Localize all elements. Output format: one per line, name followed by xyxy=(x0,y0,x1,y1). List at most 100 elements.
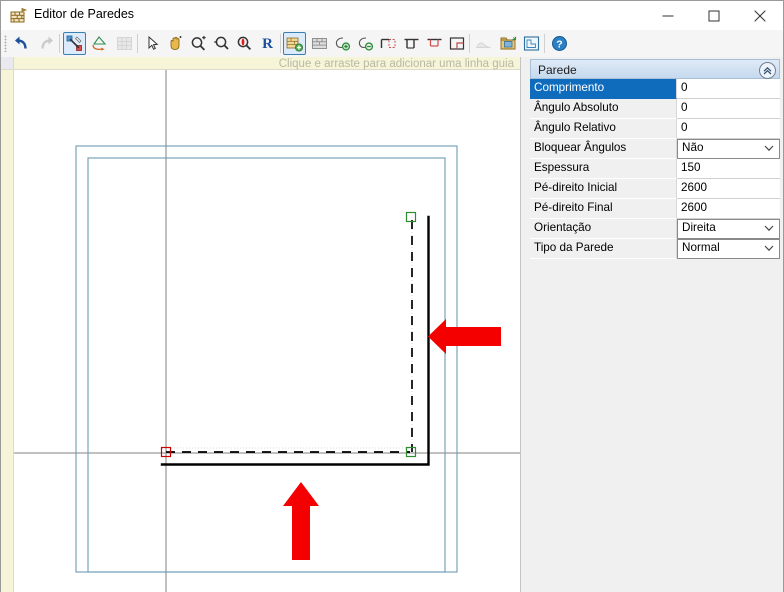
toolbar-button-draw-area[interactable] xyxy=(88,32,111,55)
toolbar-separator-3 xyxy=(280,34,281,53)
properties-panel-title: Parede xyxy=(538,63,577,77)
property-value-text: Não xyxy=(682,141,704,154)
wall-handle-top[interactable] xyxy=(405,211,417,223)
properties-panel: Parede Comprimento 0 Ângulo Absoluto 0 Â… xyxy=(520,57,783,592)
toolbar-button-align-right[interactable] xyxy=(423,32,446,55)
wall-plan-drawing[interactable] xyxy=(14,70,520,592)
cursor-arrow-icon xyxy=(148,35,159,50)
zoom-extents-icon xyxy=(237,36,252,51)
hand-pan-icon xyxy=(170,36,182,50)
toolbar-button-pan[interactable] xyxy=(164,32,187,55)
property-row-orientacao[interactable]: Orientação Direita xyxy=(530,219,780,239)
building-footprint xyxy=(75,145,458,573)
wall-outline[interactable] xyxy=(160,215,430,466)
toolbar-button-wall-list[interactable] xyxy=(308,32,331,55)
property-value-pe-direito-final[interactable]: 2600 xyxy=(677,199,780,219)
property-row-tipo-da-parede[interactable]: Tipo da Parede Normal xyxy=(530,239,780,259)
property-select-bloquear-angulos[interactable]: Não xyxy=(677,139,780,159)
property-label: Ângulo Relativo xyxy=(530,119,677,139)
toolbar-separator-5 xyxy=(544,34,545,53)
property-row-pe-direito-inicial[interactable]: Pé-direito Inicial 2600 xyxy=(530,179,780,199)
property-row-comprimento[interactable]: Comprimento 0 xyxy=(530,79,780,99)
point-remove-icon xyxy=(358,37,374,51)
terrain-icon xyxy=(475,42,491,48)
toolbar-button-remove-point[interactable] xyxy=(354,32,377,55)
property-row-bloquear-angulos[interactable]: Bloquear Ângulos Não xyxy=(530,139,780,159)
letter-r-icon: R xyxy=(262,36,273,52)
toolbar-button-add-wall[interactable] xyxy=(283,32,306,55)
blueprint-icon xyxy=(523,36,540,51)
property-label: Tipo da Parede xyxy=(530,239,677,259)
property-value-angulo-absoluto[interactable]: 0 xyxy=(677,99,780,119)
toolbar-button-undo[interactable] xyxy=(10,32,33,55)
maximize-button[interactable] xyxy=(691,1,737,30)
toolbar-button-align-center[interactable] xyxy=(400,32,423,55)
properties-grid: Comprimento 0 Ângulo Absoluto 0 Ângulo R… xyxy=(530,79,780,259)
property-label: Comprimento xyxy=(530,79,677,99)
property-label: Bloquear Ângulos xyxy=(530,139,677,159)
property-label: Orientação xyxy=(530,219,677,239)
point-add-icon xyxy=(335,37,351,51)
red-arrow-left-annotation xyxy=(428,319,501,354)
toolbar-separator-4 xyxy=(469,34,470,53)
chevron-down-icon xyxy=(764,225,774,232)
toolbar-button-draw-wall[interactable] xyxy=(63,32,86,55)
undo-arrow-icon xyxy=(15,36,27,49)
toolbar-button-grid[interactable] xyxy=(113,32,136,55)
align-right-icon xyxy=(427,38,442,47)
close-icon xyxy=(754,10,766,21)
import-image-icon xyxy=(500,36,517,50)
toolbar-button-zoom-out[interactable] xyxy=(210,32,233,55)
toolbar-button-zoom-in[interactable] xyxy=(187,32,210,55)
toolbar-button-help[interactable]: ? xyxy=(548,32,571,55)
property-label: Ângulo Absoluto xyxy=(530,99,677,119)
toolbar-button-select[interactable] xyxy=(141,32,164,55)
toolbar-button-redo[interactable] xyxy=(35,32,58,55)
toolbar-button-import-image[interactable] xyxy=(497,32,520,55)
toolbar-button-corner[interactable] xyxy=(446,32,469,55)
property-row-pe-direito-final[interactable]: Pé-direito Final 2600 xyxy=(530,199,780,219)
property-label: Espessura xyxy=(530,159,677,179)
svg-text:R: R xyxy=(262,36,273,52)
svg-text:?: ? xyxy=(556,39,562,51)
panel-collapse-button[interactable] xyxy=(759,62,776,79)
toolbar-button-add-point[interactable] xyxy=(331,32,354,55)
align-left-icon xyxy=(380,38,396,48)
toolbar-separator-2 xyxy=(137,34,138,53)
toolbar-grip[interactable] xyxy=(4,35,7,52)
grid-icon xyxy=(117,37,132,50)
property-row-espessura[interactable]: Espessura 150 xyxy=(530,159,780,179)
ruler-corner[interactable] xyxy=(1,57,14,70)
property-value-espessura[interactable]: 150 xyxy=(677,159,780,179)
draw-wall-icon xyxy=(66,35,82,51)
chevron-down-icon xyxy=(764,245,774,252)
toolbar-button-zoom-extents[interactable] xyxy=(233,32,256,55)
toolbar-button-reset-view[interactable]: R xyxy=(256,32,279,55)
corner-icon xyxy=(449,37,465,50)
property-row-angulo-absoluto[interactable]: Ângulo Absoluto 0 xyxy=(530,99,780,119)
property-select-tipo-da-parede[interactable]: Normal xyxy=(677,239,780,259)
ruler-vertical[interactable] xyxy=(1,57,14,592)
property-select-orientacao[interactable]: Direita xyxy=(677,219,780,239)
property-row-angulo-relativo[interactable]: Ângulo Relativo 0 xyxy=(530,119,780,139)
minimize-button[interactable] xyxy=(645,1,691,30)
ruler-horizontal[interactable]: Clique e arraste para adicionar uma linh… xyxy=(1,57,520,70)
drawing-canvas-area[interactable]: Clique e arraste para adicionar uma linh… xyxy=(1,57,520,592)
wall-add-icon xyxy=(286,37,303,52)
chevron-double-up-icon xyxy=(763,67,772,75)
properties-panel-header[interactable]: Parede xyxy=(530,59,780,79)
property-value-pe-direito-inicial[interactable]: 2600 xyxy=(677,179,780,199)
property-value-angulo-relativo[interactable]: 0 xyxy=(677,119,780,139)
close-button[interactable] xyxy=(737,1,783,30)
toolbar-button-terrain[interactable] xyxy=(472,32,495,55)
canvas-hint-text: Clique e arraste para adicionar uma linh… xyxy=(278,58,514,70)
property-value-comprimento[interactable]: 0 xyxy=(677,79,780,99)
property-value-text: Direita xyxy=(682,221,716,234)
toolbar-button-align-left[interactable] xyxy=(377,32,400,55)
chevron-down-icon xyxy=(764,145,774,152)
property-label: Pé-direito Final xyxy=(530,199,677,219)
toolbar-button-blueprint[interactable] xyxy=(520,32,543,55)
wall-list-icon xyxy=(312,38,327,49)
minimize-icon xyxy=(662,15,674,16)
draw-area-icon xyxy=(92,36,107,51)
